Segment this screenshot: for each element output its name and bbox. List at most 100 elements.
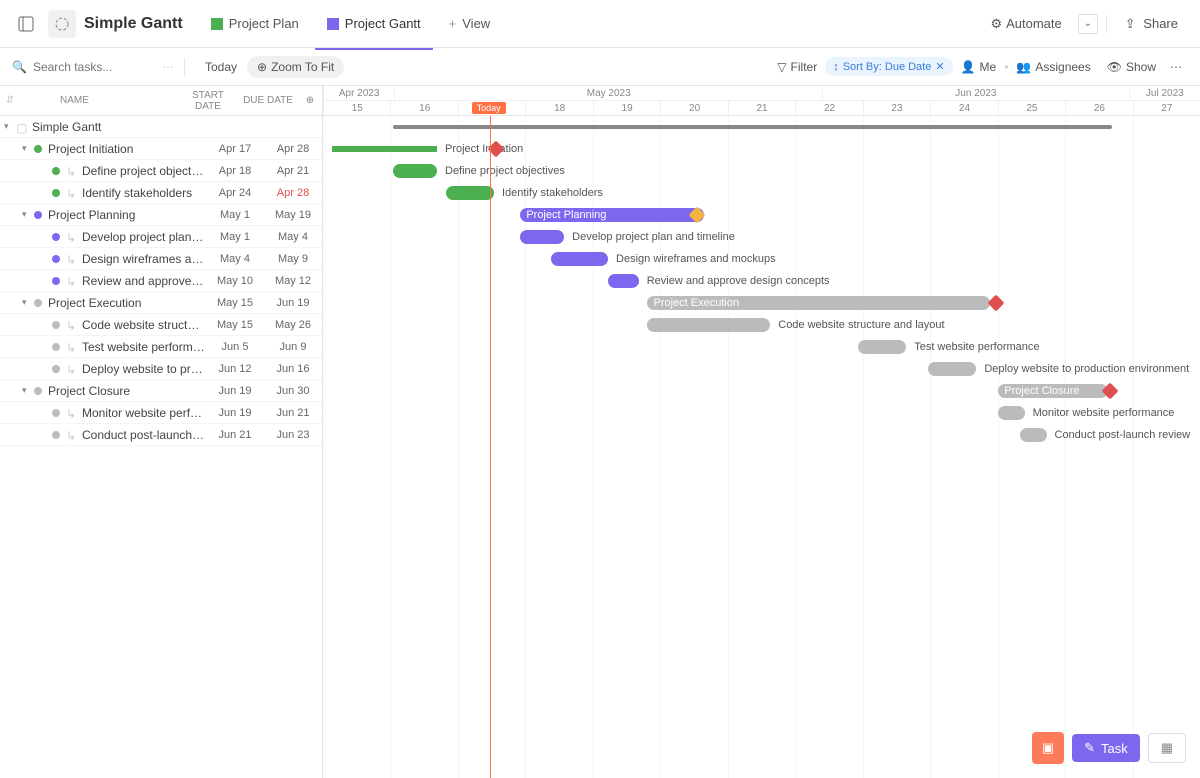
start-date[interactable]: May 15 xyxy=(206,319,264,331)
caret-icon[interactable]: ▾ xyxy=(22,143,34,154)
task-row[interactable]: ↳Test website performanceJun 5Jun 9 xyxy=(0,336,322,358)
gantt-bar[interactable]: Project Closure xyxy=(998,384,1108,398)
week-header: 19 xyxy=(593,101,660,116)
gantt-bar[interactable]: Review and approve design concepts xyxy=(608,274,639,288)
record-button[interactable]: ▣ xyxy=(1032,732,1064,764)
task-row[interactable]: ↳Deploy website to production environmen… xyxy=(0,358,322,380)
tab-add-view[interactable]: + View xyxy=(437,10,503,37)
task-row[interactable]: ↳Design wireframes and mockupsMay 4May 9 xyxy=(0,248,322,270)
due-date[interactable]: Jun 23 xyxy=(264,429,322,441)
search-more-icon[interactable]: ⋯ xyxy=(162,60,174,74)
start-date[interactable]: May 1 xyxy=(206,231,264,243)
due-date[interactable]: May 26 xyxy=(264,319,322,331)
tab-label: Project Gantt xyxy=(345,16,421,31)
filter-button[interactable]: ▽ Filter xyxy=(769,56,825,78)
show-button[interactable]: 👁 Show xyxy=(1099,56,1164,78)
gantt-bar[interactable]: Design wireframes and mockups xyxy=(551,252,608,266)
share-button[interactable]: ⇪ Share xyxy=(1115,12,1188,36)
sort-pill[interactable]: ↕ Sort By: Due Date ✕ xyxy=(825,57,952,76)
start-date[interactable]: Apr 18 xyxy=(206,165,264,177)
gantt-bar[interactable]: Project Planning xyxy=(520,208,704,222)
due-date[interactable]: May 9 xyxy=(264,253,322,265)
due-date[interactable]: May 12 xyxy=(264,275,322,287)
status-dot xyxy=(52,365,60,373)
gantt-bar[interactable]: Identify stakeholders xyxy=(446,186,494,200)
gantt-row: Monitor website performance xyxy=(323,402,1200,424)
start-date[interactable]: May 10 xyxy=(206,275,264,287)
gantt-bar[interactable]: Define project objectives xyxy=(393,164,437,178)
start-date[interactable]: Jun 21 xyxy=(206,429,264,441)
task-row[interactable]: ▾Project InitiationApr 17Apr 28 xyxy=(0,138,322,160)
status-dot xyxy=(52,321,60,329)
due-date[interactable]: Apr 21 xyxy=(264,165,322,177)
task-row[interactable]: ▾Project PlanningMay 1May 19 xyxy=(0,204,322,226)
caret-icon[interactable]: ▾ xyxy=(22,297,34,308)
start-date[interactable]: Jun 19 xyxy=(206,407,264,419)
gantt-bar[interactable]: Monitor website performance xyxy=(998,406,1024,420)
milestone-diamond[interactable] xyxy=(987,295,1004,312)
subtask-icon: ↳ xyxy=(66,275,78,287)
due-date[interactable]: Jun 9 xyxy=(264,341,322,353)
subtask-icon: ↳ xyxy=(66,341,78,353)
page-title[interactable]: Simple Gantt xyxy=(84,15,183,33)
caret-icon[interactable]: ▾ xyxy=(22,385,34,396)
sidebar-toggle-icon[interactable] xyxy=(12,10,40,38)
due-date[interactable]: May 19 xyxy=(264,209,322,221)
assignees-button[interactable]: 👥 Assignees xyxy=(1008,56,1098,78)
create-task-button[interactable]: ✎ Task xyxy=(1072,734,1140,762)
status-dot xyxy=(52,431,60,439)
due-date[interactable]: Jun 16 xyxy=(264,363,322,375)
gantt-bar[interactable]: Conduct post-launch review xyxy=(1020,428,1046,442)
due-date[interactable]: Apr 28 xyxy=(264,187,322,199)
search-input[interactable] xyxy=(33,60,133,74)
task-row[interactable]: ↳Identify stakeholdersApr 24Apr 28 xyxy=(0,182,322,204)
due-date[interactable]: Apr 28 xyxy=(264,143,322,155)
start-date[interactable]: Jun 19 xyxy=(206,385,264,397)
due-date[interactable]: May 4 xyxy=(264,231,322,243)
gantt-bar[interactable]: Test website performance xyxy=(858,340,906,354)
bar-label: Conduct post-launch review xyxy=(1055,428,1191,442)
task-row[interactable]: ▾▢Simple Gantt xyxy=(0,116,322,138)
automate-dropdown[interactable]: ⌄ xyxy=(1078,14,1098,34)
task-row[interactable]: ↳Develop project plan and timelineMay 1M… xyxy=(0,226,322,248)
task-row[interactable]: ↳Monitor website performanceJun 19Jun 21 xyxy=(0,402,322,424)
due-date[interactable]: Jun 21 xyxy=(264,407,322,419)
start-date[interactable]: May 1 xyxy=(206,209,264,221)
task-row[interactable]: ↳Code website structure and layoutMay 15… xyxy=(0,314,322,336)
start-date[interactable]: May 15 xyxy=(206,297,264,309)
task-name: Code website structure and layout xyxy=(82,318,206,332)
gantt-bar[interactable]: Project Initiation xyxy=(332,146,437,152)
start-date[interactable]: Jun 12 xyxy=(206,363,264,375)
add-column-button[interactable]: ⊕ xyxy=(298,95,322,106)
start-date[interactable]: Jun 5 xyxy=(206,341,264,353)
gantt-bar[interactable]: Deploy website to production environment xyxy=(928,362,976,376)
status-dot xyxy=(34,211,42,219)
tab-project-gantt[interactable]: Project Gantt xyxy=(315,10,433,37)
caret-icon[interactable]: ▾ xyxy=(22,209,34,220)
today-button[interactable]: Today xyxy=(195,56,247,78)
due-date[interactable]: Jun 19 xyxy=(264,297,322,309)
expand-all-icon[interactable]: ⇵ xyxy=(0,95,20,106)
caret-icon[interactable]: ▾ xyxy=(4,121,16,132)
task-row[interactable]: ↳Conduct post-launch reviewJun 21Jun 23 xyxy=(0,424,322,446)
gantt-bar[interactable]: Develop project plan and timeline xyxy=(520,230,564,244)
zoom-to-fit-button[interactable]: ⊕ Zoom To Fit xyxy=(247,56,344,78)
task-row[interactable]: ▾Project ExecutionMay 15Jun 19 xyxy=(0,292,322,314)
task-row[interactable]: ↳Review and approve design conceptsMay 1… xyxy=(0,270,322,292)
due-date[interactable]: Jun 30 xyxy=(264,385,322,397)
start-date[interactable]: May 4 xyxy=(206,253,264,265)
sort-clear-icon[interactable]: ✕ xyxy=(935,60,944,73)
start-date[interactable]: Apr 17 xyxy=(206,143,264,155)
automate-button[interactable]: ⚙ Automate xyxy=(982,12,1069,36)
tab-project-plan[interactable]: Project Plan xyxy=(199,10,311,37)
start-date[interactable]: Apr 24 xyxy=(206,187,264,199)
gantt-bar[interactable]: Code website structure and layout xyxy=(647,318,770,332)
me-button[interactable]: 👤 Me xyxy=(953,56,1005,78)
task-row[interactable]: ▾Project ClosureJun 19Jun 30 xyxy=(0,380,322,402)
week-header: 22 xyxy=(795,101,862,116)
task-row[interactable]: ↳Define project objectivesApr 18Apr 21 xyxy=(0,160,322,182)
gantt-bar[interactable]: Project Execution xyxy=(647,296,989,310)
gantt-summary-bar[interactable] xyxy=(393,125,1112,129)
more-options-button[interactable]: ⋯ xyxy=(1164,55,1188,79)
apps-button[interactable]: ▦ xyxy=(1148,733,1186,763)
